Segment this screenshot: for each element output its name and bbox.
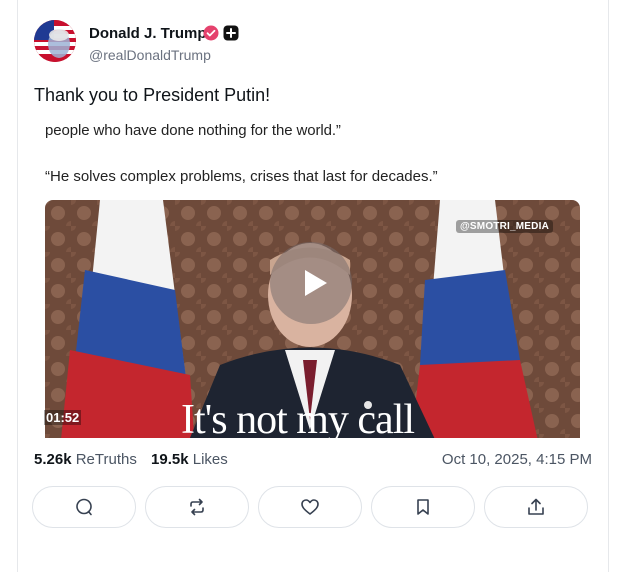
bookmark-icon: [417, 499, 429, 515]
action-bar: [32, 486, 594, 528]
share-button[interactable]: [484, 486, 588, 528]
quote-line-2: “He solves complex problems, crises that…: [45, 168, 438, 185]
media-container: people who have done nothing for the wor…: [33, 114, 593, 438]
like-button[interactable]: [258, 486, 362, 528]
video-duration: 01:52: [44, 410, 82, 425]
verified-badge-icon: [203, 25, 219, 41]
reply-icon: [76, 498, 92, 516]
video-caption: It's not my call: [181, 397, 415, 438]
bookmark-button[interactable]: [371, 486, 475, 528]
retruths-label[interactable]: ReTruths: [76, 451, 137, 468]
likes-count[interactable]: 19.5k: [151, 451, 189, 468]
video-watermark: @SMOTRI_MEDIA: [455, 220, 553, 233]
author-handle[interactable]: @realDonaldTrump: [89, 47, 211, 63]
post-timestamp[interactable]: Oct 10, 2025, 4:15 PM: [442, 451, 592, 468]
retruths-count[interactable]: 5.26k: [34, 451, 72, 468]
retruth-button[interactable]: [145, 486, 249, 528]
quote-line-1: people who have done nothing for the wor…: [45, 122, 341, 139]
retruth-icon: [190, 498, 204, 516]
author-name[interactable]: Donald J. Trump: [89, 25, 207, 42]
post-stats: 5.26k ReTruths 19.5k Likes: [34, 451, 228, 468]
premium-badge-icon: [223, 25, 239, 41]
reply-button[interactable]: [32, 486, 136, 528]
heart-icon: [301, 499, 319, 515]
play-icon: [305, 270, 327, 296]
likes-label[interactable]: Likes: [193, 451, 228, 468]
share-icon: [528, 498, 544, 515]
play-button[interactable]: [270, 242, 352, 324]
post-text: Thank you to President Putin!: [34, 85, 271, 105]
avatar[interactable]: [34, 20, 76, 62]
